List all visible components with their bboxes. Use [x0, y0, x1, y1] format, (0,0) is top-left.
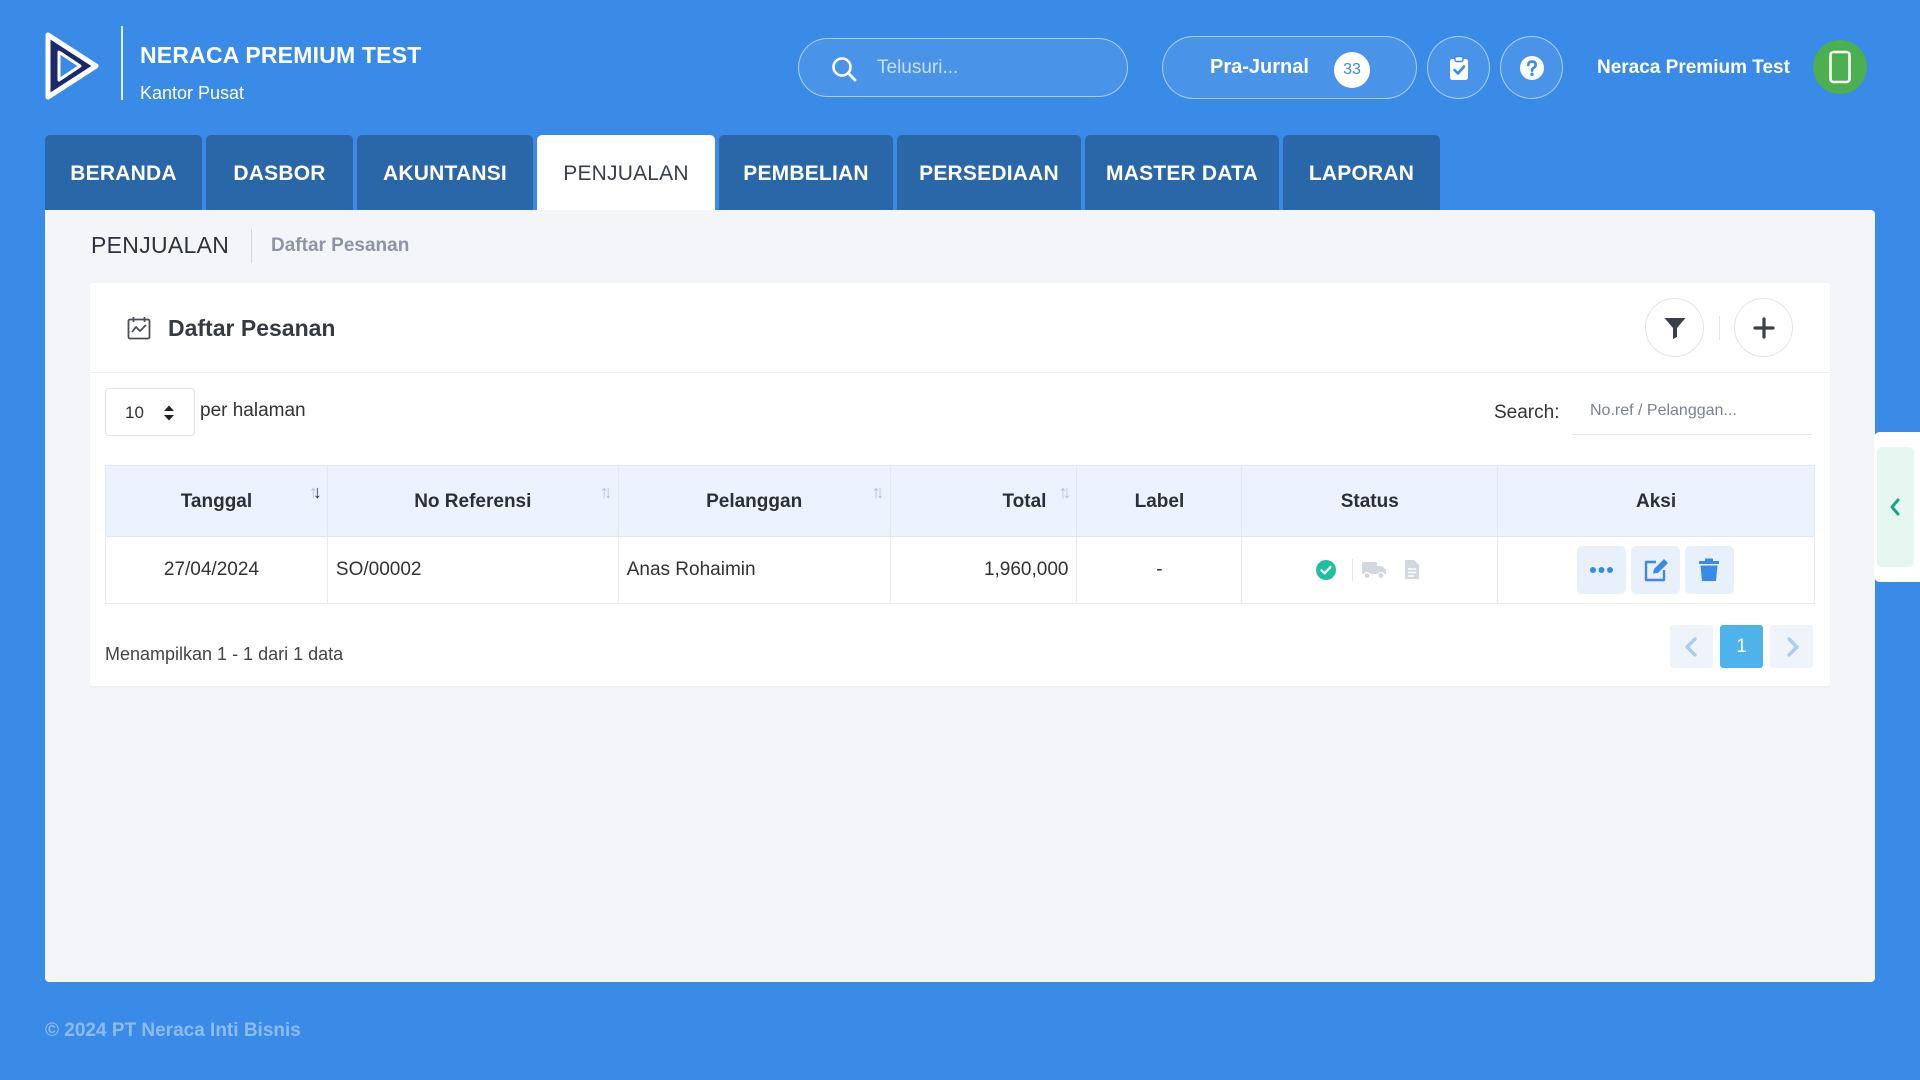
logo-divider: [121, 26, 123, 100]
cell-aksi: [1497, 536, 1815, 604]
tab-dasbor[interactable]: DASBOR: [206, 135, 353, 210]
clipboard-check-icon: [1450, 55, 1468, 80]
table-search-label: Search:: [1494, 402, 1560, 423]
side-panel-toggle: [1874, 432, 1920, 582]
sort-icon: ↑↓: [1058, 482, 1071, 502]
global-search-input[interactable]: [877, 51, 1107, 85]
logo[interactable]: [44, 32, 100, 100]
next-page-button[interactable]: [1770, 625, 1813, 668]
check-circle-icon: [1316, 560, 1337, 580]
ellipsis-icon: [1590, 567, 1614, 573]
column-label: Tanggal: [180, 491, 253, 512]
column-header-status: Status: [1241, 465, 1499, 537]
page-button-1[interactable]: 1: [1720, 625, 1763, 668]
chevron-right-icon: [1787, 637, 1799, 657]
cell-no-referensi[interactable]: SO/00002: [326, 536, 619, 604]
side-panel-toggle-button[interactable]: [1877, 447, 1914, 567]
cell-status: [1241, 536, 1499, 604]
edit-button[interactable]: [1631, 546, 1681, 594]
column-header-tanggal[interactable]: Tanggal ↑↓: [105, 465, 328, 537]
per-page-select[interactable]: 10: [105, 388, 195, 436]
prev-page-button[interactable]: [1670, 625, 1713, 668]
tab-persediaan[interactable]: PERSEDIAAN: [897, 135, 1081, 210]
per-page-value: 10: [125, 403, 144, 422]
truck-icon: [1362, 562, 1387, 579]
per-page-label: per halaman: [200, 400, 306, 421]
column-header-label: Label: [1076, 465, 1243, 537]
top-header: NERACA PREMIUM TEST Kantor Pusat Pra-Jur…: [0, 0, 1920, 130]
cell-label: -: [1076, 536, 1243, 604]
sort-icon: ↑↓: [871, 482, 885, 502]
copyright: © 2024 PT Neraca Inti Bisnis: [45, 1020, 301, 1041]
tab-penjualan[interactable]: PENJUALAN: [537, 135, 715, 210]
pagination-info: Menampilkan 1 - 1 dari 1 data: [105, 644, 344, 664]
tab-laporan[interactable]: LAPORAN: [1283, 135, 1440, 210]
card-header: Daftar Pesanan: [90, 283, 1830, 373]
chevron-left-icon: [1685, 637, 1697, 657]
cell-tanggal: 27/04/2024: [105, 536, 328, 604]
user-name[interactable]: Neraca Premium Test: [1597, 57, 1790, 79]
tool-separator: [1719, 316, 1720, 340]
search-icon: [832, 57, 857, 82]
breadcrumb-section: PENJUALAN: [91, 232, 230, 258]
breadcrumb-page: Daftar Pesanan: [271, 235, 410, 256]
chevron-left-icon: [1890, 498, 1900, 516]
cell-pelanggan: Anas Rohaimin: [617, 536, 891, 604]
column-label: Pelanggan: [706, 491, 803, 512]
filter-icon: [1664, 318, 1686, 339]
table-header-row: Tanggal ↑↓ No Referensi ↑↓ Pelanggan ↑↓ …: [105, 465, 1815, 537]
tab-akuntansi[interactable]: AKUNTANSI: [357, 135, 533, 210]
delete-button[interactable]: [1685, 546, 1735, 594]
card-title: Daftar Pesanan: [168, 315, 336, 341]
avatar[interactable]: [1813, 40, 1867, 94]
plus-icon: [1753, 317, 1775, 339]
mobile-phone-icon: [1829, 50, 1851, 84]
tab-master-data[interactable]: MASTER DATA: [1085, 135, 1279, 210]
more-actions-button[interactable]: [1577, 546, 1627, 594]
column-header-total[interactable]: Total ↑↓: [889, 465, 1078, 537]
filter-button[interactable]: [1645, 298, 1704, 357]
column-label: Total: [1002, 491, 1047, 512]
calendar-chart-icon: [127, 317, 151, 340]
column-header-no-referensi[interactable]: No Referensi ↑↓: [326, 465, 619, 537]
trash-icon: [1699, 558, 1720, 581]
tasks-button[interactable]: [1427, 36, 1490, 99]
main-panel: PENJUALAN Daftar Pesanan Daftar Pesanan: [45, 210, 1875, 982]
tab-beranda[interactable]: BERANDA: [45, 135, 202, 210]
column-header-pelanggan[interactable]: Pelanggan ↑↓: [617, 465, 891, 537]
company-name: NERACA PREMIUM TEST: [140, 42, 422, 68]
orders-card: Daftar Pesanan 10 per halaman Search: No…: [90, 283, 1830, 686]
sort-caret-icon: [164, 405, 174, 421]
column-header-aksi: Aksi: [1497, 465, 1815, 537]
prajurnal-button[interactable]: Pra-Jurnal 33: [1162, 36, 1417, 99]
edit-icon: [1644, 559, 1669, 582]
tab-pembelian[interactable]: PEMBELIAN: [719, 135, 893, 210]
help-icon: [1520, 56, 1544, 80]
orders-table: Tanggal ↑↓ No Referensi ↑↓ Pelanggan ↑↓ …: [105, 465, 1815, 604]
help-button[interactable]: [1500, 36, 1563, 99]
prajurnal-count-badge: 33: [1334, 52, 1370, 88]
invoice-icon: [1405, 560, 1420, 579]
breadcrumb-divider: [251, 229, 252, 263]
sort-icon: ↑↓: [308, 482, 322, 502]
prajurnal-label: Pra-Jurnal: [1210, 56, 1309, 78]
table-search-input[interactable]: [1572, 387, 1812, 435]
global-search[interactable]: [798, 38, 1128, 97]
branch-name: Kantor Pusat: [140, 83, 245, 103]
table-row: 27/04/2024 SO/00002 Anas Rohaimin 1,960,…: [105, 536, 1815, 604]
add-order-button[interactable]: [1734, 298, 1793, 357]
status-divider: [1352, 559, 1354, 581]
cell-total: 1,960,000: [889, 536, 1078, 604]
column-label: No Referensi: [414, 491, 532, 512]
sort-icon: ↑↓: [599, 482, 613, 502]
